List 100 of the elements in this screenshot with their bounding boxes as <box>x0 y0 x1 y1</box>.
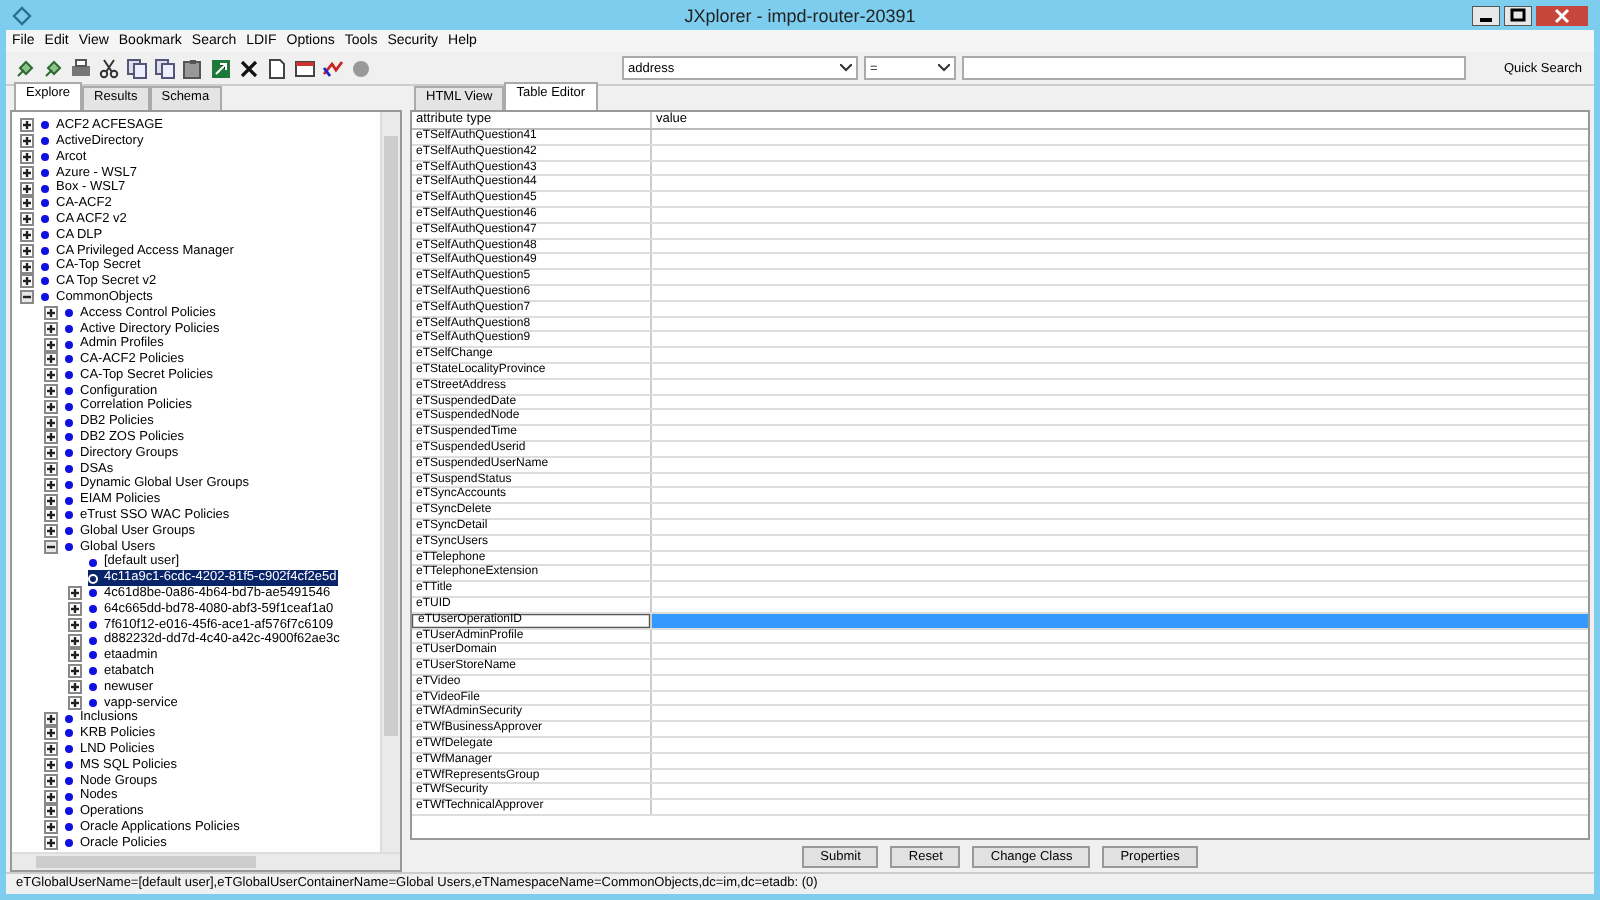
expand-icon[interactable] <box>20 196 34 211</box>
expand-icon[interactable] <box>20 274 34 289</box>
caret-icon <box>839 64 852 72</box>
copy-icon[interactable] <box>154 57 176 79</box>
expand-icon[interactable] <box>44 446 58 461</box>
node-icon <box>64 713 74 724</box>
expand-icon[interactable] <box>44 836 58 851</box>
expand-icon[interactable] <box>44 399 58 414</box>
expand-icon[interactable] <box>68 648 82 663</box>
expand-icon[interactable] <box>44 383 58 398</box>
expand-icon[interactable] <box>20 165 34 180</box>
expand-icon[interactable] <box>44 305 58 320</box>
expand-icon[interactable] <box>20 227 34 242</box>
paste-icon[interactable] <box>182 57 204 79</box>
node-icon <box>64 307 74 318</box>
expand-icon[interactable] <box>44 337 58 352</box>
expand-icon[interactable] <box>44 415 58 430</box>
expand-icon[interactable] <box>20 212 34 227</box>
expand-icon[interactable] <box>44 508 58 523</box>
minimize-icon[interactable] <box>1472 5 1500 25</box>
close-icon[interactable] <box>1536 5 1588 25</box>
expand-icon[interactable] <box>44 430 58 445</box>
app-icon <box>12 5 32 25</box>
node-icon <box>88 650 98 661</box>
search-field[interactable] <box>961 56 1466 80</box>
node-icon <box>40 120 50 131</box>
node-icon <box>64 728 74 739</box>
expand-icon[interactable] <box>68 664 82 679</box>
expand-icon[interactable] <box>44 773 58 788</box>
expand-icon[interactable] <box>44 524 58 539</box>
expand-icon[interactable] <box>44 493 58 508</box>
maximize-icon[interactable] <box>1504 5 1532 25</box>
horizontal-scrollbar[interactable] <box>12 852 400 870</box>
node-icon <box>64 838 74 849</box>
copy-icon[interactable] <box>126 57 148 79</box>
expand-icon[interactable] <box>20 134 34 149</box>
expand-icon[interactable] <box>44 321 58 336</box>
node-icon <box>40 183 50 194</box>
node-icon <box>88 666 98 677</box>
node-icon <box>64 323 74 334</box>
node-icon <box>88 635 98 646</box>
cross-icon[interactable] <box>238 57 260 79</box>
expand-icon[interactable] <box>68 680 82 695</box>
node-icon <box>64 354 74 365</box>
collapse-icon[interactable] <box>20 290 34 305</box>
node-icon <box>40 136 50 147</box>
expand-icon[interactable] <box>44 789 58 804</box>
expand-icon[interactable] <box>20 259 34 274</box>
export-icon[interactable] <box>210 57 232 79</box>
node-icon <box>88 573 98 583</box>
page-icon[interactable] <box>266 57 288 79</box>
node-icon <box>40 261 50 272</box>
expand-icon[interactable] <box>44 758 58 773</box>
node-icon <box>40 245 50 256</box>
expand-icon[interactable] <box>20 149 34 164</box>
expand-icon[interactable] <box>44 477 58 492</box>
node-icon <box>64 775 74 786</box>
expand-icon[interactable] <box>44 726 58 741</box>
node-icon <box>64 806 74 817</box>
plug-icon[interactable] <box>42 57 64 79</box>
node-icon <box>64 510 74 521</box>
expand-icon[interactable] <box>68 586 82 601</box>
window-icon[interactable] <box>294 57 316 79</box>
expand-icon[interactable] <box>68 633 82 648</box>
expand-icon[interactable] <box>44 711 58 726</box>
node-icon <box>40 151 50 162</box>
node-icon <box>88 697 98 708</box>
collapse-icon[interactable] <box>44 539 58 554</box>
printer-icon[interactable] <box>70 57 92 79</box>
node-icon <box>88 619 98 630</box>
node-icon <box>64 417 74 428</box>
expand-icon[interactable] <box>44 352 58 367</box>
expand-icon[interactable] <box>68 602 82 617</box>
expand-icon[interactable] <box>44 461 58 476</box>
expand-icon[interactable] <box>44 368 58 383</box>
node-icon <box>64 479 74 490</box>
node-icon <box>40 229 50 240</box>
expand-icon[interactable] <box>20 118 34 133</box>
node-icon <box>88 588 98 599</box>
node-icon <box>40 276 50 287</box>
node-icon <box>40 292 50 303</box>
expand-icon[interactable] <box>44 742 58 757</box>
node-icon <box>64 495 74 506</box>
node-icon <box>88 682 98 693</box>
plug-icon[interactable] <box>14 57 36 79</box>
node-icon <box>64 370 74 381</box>
expand-icon[interactable] <box>20 243 34 258</box>
node-icon <box>64 791 74 802</box>
vertical-scrollbar[interactable] <box>380 112 400 852</box>
node-icon <box>64 463 74 474</box>
expand-icon[interactable] <box>20 181 34 196</box>
expand-icon[interactable] <box>68 617 82 632</box>
node-icon <box>64 401 74 412</box>
node-icon <box>64 339 74 350</box>
scissors-icon[interactable] <box>98 57 120 79</box>
expand-icon[interactable] <box>68 695 82 710</box>
node-icon <box>64 541 74 552</box>
expand-icon[interactable] <box>44 820 58 835</box>
node-icon <box>64 526 74 537</box>
expand-icon[interactable] <box>44 804 58 819</box>
